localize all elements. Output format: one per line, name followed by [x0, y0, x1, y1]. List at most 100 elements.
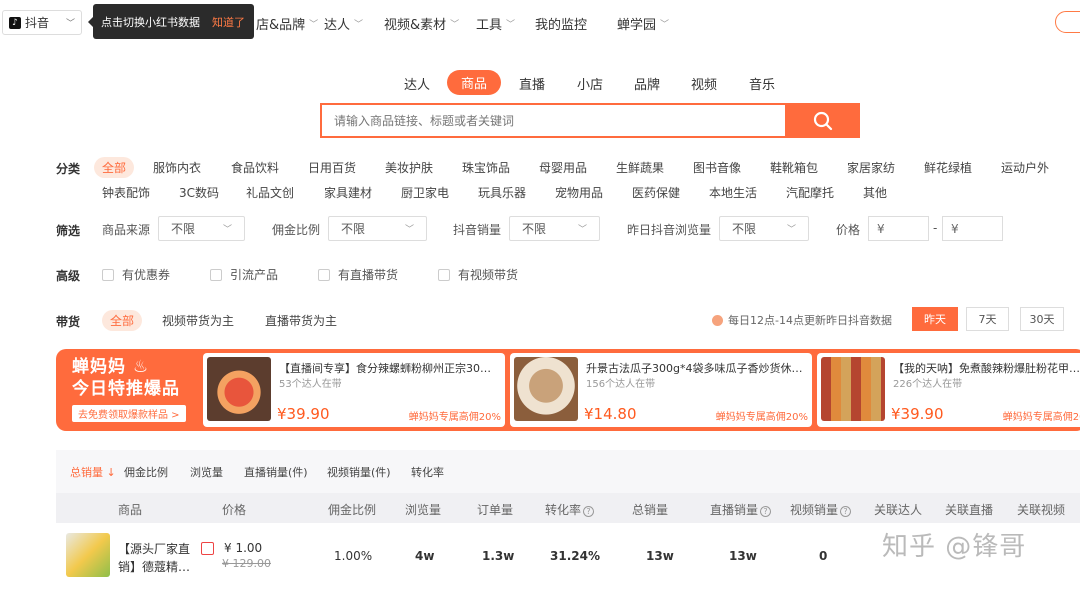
- price-max-input[interactable]: ¥: [942, 216, 1003, 241]
- nav-label: 蝉学园: [617, 18, 657, 33]
- sales-select[interactable]: 不限 ﹀: [509, 216, 600, 241]
- douyin-icon: ♪: [9, 16, 21, 29]
- category-item[interactable]: 厨卫家电: [401, 184, 449, 201]
- category-item[interactable]: 家具建材: [324, 184, 372, 201]
- category-item[interactable]: 母婴用品: [539, 159, 587, 176]
- sort-video-sales[interactable]: 视频销量(件): [327, 464, 391, 480]
- select-value: 不限: [341, 222, 366, 236]
- category-item[interactable]: 本地生活: [709, 184, 757, 201]
- featured-product-card[interactable]: 【直播间专享】食分辣螺蛳粉柳州正宗300g… 53个达人在带 ¥39.90 蝉妈…: [203, 353, 505, 427]
- category-item[interactable]: 运动户外: [1001, 159, 1049, 176]
- tab-brand[interactable]: 品牌: [634, 74, 660, 93]
- views-select[interactable]: 不限 ﹀: [719, 216, 809, 241]
- sort-total-sales[interactable]: 总销量 ↓: [70, 464, 116, 480]
- tab-shop[interactable]: 小店: [577, 74, 603, 93]
- video-checkbox[interactable]: 有视频带货: [438, 266, 518, 283]
- platform-label: 抖音: [25, 16, 50, 30]
- nav-video-material[interactable]: 视频&素材 ﹀: [384, 14, 459, 33]
- category-item[interactable]: 其他: [863, 184, 887, 201]
- nav-influencer[interactable]: 达人 ﹀: [324, 14, 363, 33]
- category-item[interactable]: 汽配摩托: [786, 184, 834, 201]
- source-select[interactable]: 不限 ﹀: [158, 216, 245, 241]
- checkbox-box[interactable]: [210, 268, 222, 281]
- product-image[interactable]: [66, 533, 110, 577]
- update-notice: 每日12点-14点更新昨日抖音数据: [712, 312, 892, 328]
- featured-product-card[interactable]: 升景古法瓜子300g*4袋多味瓜子香炒货休闲… 156个达人在带 ¥14.80 …: [510, 353, 812, 427]
- product-promo: 蝉妈妈专属高佣20%: [715, 412, 808, 423]
- category-item[interactable]: 医药保健: [632, 184, 680, 201]
- row-price: ¥ 1.00: [224, 541, 263, 555]
- search-input[interactable]: [334, 113, 785, 128]
- nav-tools[interactable]: 工具 ﹀: [476, 14, 515, 33]
- help-icon[interactable]: ?: [760, 506, 772, 517]
- bring-live[interactable]: 直播带货为主: [265, 312, 337, 329]
- tab-influencer[interactable]: 达人: [404, 74, 430, 93]
- screen-label: 筛选: [56, 224, 81, 238]
- category-item[interactable]: 鲜花绿植: [924, 159, 972, 176]
- price-label: 价格: [836, 223, 861, 237]
- category-item[interactable]: 美妆护肤: [385, 159, 433, 176]
- category-all[interactable]: 全部: [94, 157, 135, 178]
- traffic-checkbox[interactable]: 引流产品: [210, 266, 278, 283]
- col-related-influencer: 关联达人: [874, 503, 923, 517]
- category-item[interactable]: 食品饮料: [231, 159, 279, 176]
- category-item[interactable]: 宠物用品: [555, 184, 603, 201]
- category-item[interactable]: 家居家纺: [847, 159, 895, 176]
- col-commission: 佣金比例: [328, 503, 377, 517]
- bring-all[interactable]: 全部: [102, 310, 143, 331]
- views-label: 昨日抖音浏览量: [627, 223, 712, 237]
- row-conversion: 31.24%: [550, 549, 600, 563]
- checkbox-box[interactable]: [102, 268, 114, 281]
- tooltip-text: 点击切换小红书数据: [101, 15, 200, 29]
- sort-live-sales[interactable]: 直播销量(件): [244, 464, 308, 480]
- category-item[interactable]: 玩具乐器: [478, 184, 526, 201]
- category-item[interactable]: 生鲜蔬果: [616, 159, 664, 176]
- help-icon[interactable]: ?: [840, 506, 852, 517]
- coupon-checkbox[interactable]: 有优惠券: [102, 266, 170, 283]
- category-item[interactable]: 礼品文创: [246, 184, 294, 201]
- select-value: 不限: [732, 222, 757, 236]
- nav-my-monitor[interactable]: 我的监控: [535, 14, 587, 33]
- category-item[interactable]: 图书音像: [693, 159, 741, 176]
- search-button[interactable]: [785, 103, 860, 138]
- tab-product[interactable]: 商品: [447, 70, 502, 95]
- day-7[interactable]: 7天: [966, 307, 1009, 331]
- product-title: 升景古法瓜子300g*4袋多味瓜子香炒货休闲…: [586, 362, 804, 375]
- nav-shop-brand[interactable]: 店&品牌 ﹀: [256, 14, 318, 33]
- product-name-link[interactable]: 【源头厂家直销】德蔻精…: [118, 540, 200, 576]
- checkbox-box[interactable]: [318, 268, 330, 281]
- day-30[interactable]: 30天: [1020, 307, 1064, 331]
- bring-label: 带货: [56, 315, 81, 329]
- price-min-input[interactable]: ¥: [868, 216, 929, 241]
- bring-video[interactable]: 视频带货为主: [162, 312, 234, 329]
- day-yesterday[interactable]: 昨天: [912, 307, 958, 331]
- help-icon[interactable]: ?: [583, 506, 595, 517]
- category-item[interactable]: 钟表配饰: [102, 184, 150, 201]
- header-text: 视频销量: [790, 503, 839, 517]
- tooltip-dismiss-button[interactable]: 知道了: [212, 14, 245, 30]
- category-item[interactable]: 日用百货: [308, 159, 356, 176]
- live-checkbox[interactable]: 有直播带货: [318, 266, 398, 283]
- free-sample-button[interactable]: 去免费领取爆款样品 >: [72, 405, 186, 422]
- product-price: ¥39.90: [277, 405, 330, 423]
- nav-academy[interactable]: 蝉学园 ﹀: [617, 14, 669, 33]
- category-item[interactable]: 鞋靴箱包: [770, 159, 818, 176]
- tab-video[interactable]: 视频: [691, 74, 717, 93]
- nav-label: 店&品牌: [256, 18, 306, 33]
- checkbox-box[interactable]: [438, 268, 450, 281]
- featured-product-card[interactable]: 【我的天呐】免煮酸辣粉爆肚粉花甲粉米… 226个达人在带 ¥39.90 蝉妈妈专…: [817, 353, 1080, 427]
- sort-commission[interactable]: 佣金比例: [124, 464, 168, 480]
- category-item[interactable]: 3C数码: [179, 184, 219, 201]
- platform-select[interactable]: ♪ 抖音 ﹀: [2, 10, 82, 35]
- tab-music[interactable]: 音乐: [749, 74, 775, 93]
- tab-live[interactable]: 直播: [519, 74, 545, 93]
- category-item[interactable]: 珠宝饰品: [462, 159, 510, 176]
- header-action-button[interactable]: [1055, 11, 1080, 33]
- header-text: 转化率: [545, 503, 582, 517]
- sort-views[interactable]: 浏览量: [190, 464, 223, 480]
- sort-conversion[interactable]: 转化率: [411, 464, 444, 480]
- category-item[interactable]: 服饰内衣: [153, 159, 201, 176]
- commission-select[interactable]: 不限 ﹀: [328, 216, 427, 241]
- chevron-down-icon: ﹀: [786, 225, 796, 235]
- col-price: 价格: [222, 503, 247, 517]
